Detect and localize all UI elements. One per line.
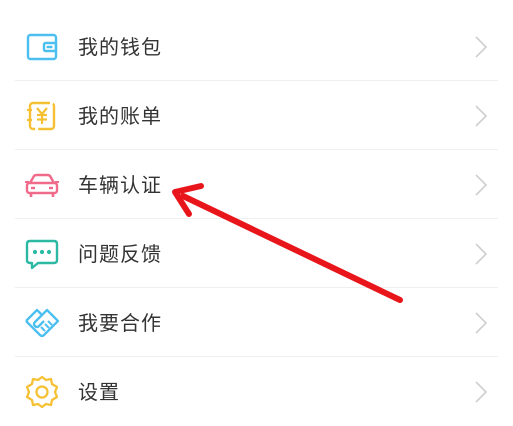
feedback-icon bbox=[24, 236, 60, 272]
menu-item-settings[interactable]: 设置 bbox=[0, 357, 513, 426]
gear-icon bbox=[24, 374, 60, 410]
menu-item-wallet[interactable]: 我的钱包 bbox=[0, 12, 513, 81]
menu-item-label: 我要合作 bbox=[78, 311, 162, 335]
menu-item-label: 车辆认证 bbox=[78, 173, 162, 197]
chevron-right-icon bbox=[474, 35, 488, 59]
bill-icon bbox=[24, 98, 60, 134]
chevron-right-icon bbox=[474, 104, 488, 128]
menu-item-label: 设置 bbox=[78, 380, 120, 404]
menu-item-label: 问题反馈 bbox=[78, 242, 162, 266]
menu-item-label: 我的账单 bbox=[78, 104, 162, 128]
menu-item-vehicle-verification[interactable]: 车辆认证 bbox=[0, 150, 513, 219]
chevron-right-icon bbox=[474, 242, 488, 266]
menu-item-cooperation[interactable]: 我要合作 bbox=[0, 288, 513, 357]
car-icon bbox=[24, 167, 60, 203]
wallet-icon bbox=[24, 29, 60, 65]
menu-item-bill[interactable]: 我的账单 bbox=[0, 81, 513, 150]
chevron-right-icon bbox=[474, 311, 488, 335]
chevron-right-icon bbox=[474, 380, 488, 404]
handshake-icon bbox=[24, 305, 60, 341]
menu-item-label: 我的钱包 bbox=[78, 35, 162, 59]
chevron-right-icon bbox=[474, 173, 488, 197]
settings-menu-list: 我的钱包 我的账单 车辆认证 问题反馈 我要合作 设置 bbox=[0, 12, 513, 426]
menu-item-feedback[interactable]: 问题反馈 bbox=[0, 219, 513, 288]
